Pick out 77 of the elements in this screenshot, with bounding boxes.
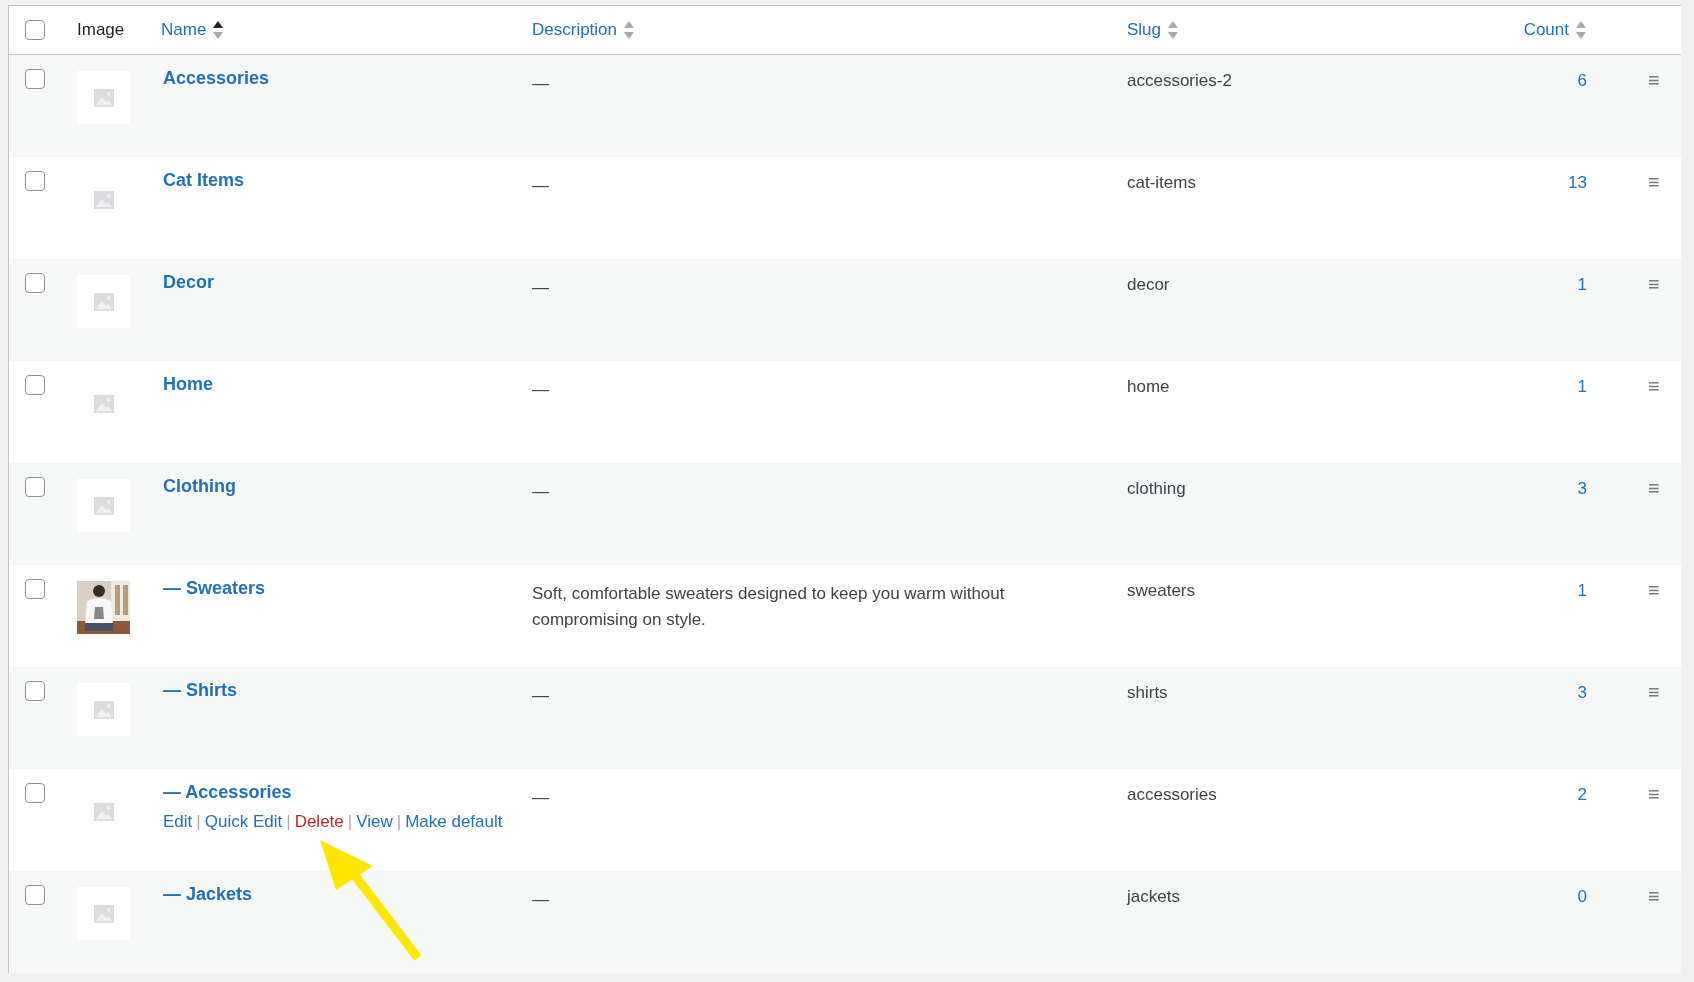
- category-name-link[interactable]: Home: [163, 374, 213, 394]
- row-checkbox[interactable]: [25, 171, 45, 191]
- count-link[interactable]: 6: [1577, 71, 1587, 90]
- drag-handle[interactable]: ≡: [1648, 273, 1660, 295]
- description-text: —: [531, 175, 550, 197]
- image-placeholder-icon: [93, 292, 114, 311]
- slug-text: cat-items: [1126, 172, 1197, 193]
- description-text: —: [531, 379, 550, 401]
- description-text: —: [531, 787, 550, 809]
- row-checkbox[interactable]: [25, 477, 45, 497]
- separator: |: [196, 812, 201, 831]
- description-text: —: [531, 73, 550, 95]
- slug-text: decor: [1126, 274, 1171, 295]
- category-name-link[interactable]: Decor: [163, 272, 215, 292]
- slug-text: accessories: [1126, 784, 1218, 805]
- slug-text: accessories-2: [1126, 70, 1233, 91]
- slug-text: home: [1126, 376, 1171, 397]
- category-name-link[interactable]: Accessories: [163, 68, 270, 88]
- drag-handle[interactable]: ≡: [1648, 885, 1660, 907]
- row-checkbox[interactable]: [25, 375, 45, 395]
- drag-handle[interactable]: ≡: [1648, 171, 1660, 193]
- image-placeholder-icon: [93, 88, 114, 107]
- category-name-link[interactable]: — Shirts: [163, 680, 237, 700]
- row-action-link[interactable]: Edit: [163, 812, 193, 831]
- row-checkbox[interactable]: [25, 273, 45, 293]
- slug-text: shirts: [1126, 682, 1169, 703]
- description-text: —: [531, 277, 550, 299]
- column-header[interactable]: Slug: [1127, 20, 1162, 40]
- row-action-link[interactable]: Delete: [294, 812, 344, 831]
- drag-handle[interactable]: ≡: [1648, 579, 1660, 601]
- row-action-link[interactable]: Make default: [405, 812, 503, 831]
- image-placeholder-icon: [93, 700, 114, 719]
- category-name-link[interactable]: Clothing: [163, 476, 236, 496]
- category-name-link[interactable]: — Sweaters: [163, 578, 266, 598]
- count-link[interactable]: 0: [1577, 887, 1587, 906]
- image-placeholder-icon: [93, 904, 114, 923]
- category-name-link[interactable]: — Accessories: [163, 782, 292, 802]
- category-name-link[interactable]: — Jackets: [163, 884, 253, 904]
- image-placeholder-icon: [93, 190, 114, 209]
- count-link[interactable]: 1: [1577, 581, 1587, 600]
- count-link[interactable]: 2: [1577, 785, 1587, 804]
- image-placeholder-icon: [93, 394, 114, 413]
- count-link[interactable]: 1: [1577, 377, 1587, 396]
- separator: |: [286, 812, 291, 831]
- row-checkbox[interactable]: [25, 681, 45, 701]
- description-text: —: [531, 889, 550, 911]
- count-link[interactable]: 1: [1577, 275, 1587, 294]
- category-name-link[interactable]: Cat Items: [163, 170, 245, 190]
- select-all-checkbox[interactable]: [25, 20, 45, 40]
- slug-text: clothing: [1126, 478, 1187, 499]
- column-header[interactable]: Description: [532, 20, 618, 40]
- slug-text: jackets: [1125, 886, 1181, 907]
- drag-handle[interactable]: ≡: [1648, 681, 1660, 703]
- row-action-link[interactable]: Quick Edit: [204, 812, 283, 831]
- column-header[interactable]: Count: [1523, 20, 1569, 40]
- row-checkbox[interactable]: [25, 885, 45, 905]
- row-action-link[interactable]: View: [356, 812, 393, 831]
- column-header[interactable]: Name: [161, 20, 207, 40]
- count-link[interactable]: 3: [1577, 683, 1587, 702]
- count-link[interactable]: 13: [1568, 173, 1587, 192]
- count-link[interactable]: 3: [1577, 479, 1587, 498]
- row-checkbox[interactable]: [25, 579, 45, 599]
- drag-handle[interactable]: ≡: [1648, 783, 1660, 805]
- description-text: —: [531, 481, 550, 503]
- slug-text: sweaters: [1126, 580, 1197, 601]
- row-checkbox[interactable]: [25, 783, 45, 803]
- separator: |: [347, 812, 353, 831]
- image-placeholder-icon: [93, 496, 114, 515]
- description-text: —: [531, 685, 550, 707]
- drag-handle[interactable]: ≡: [1648, 69, 1660, 91]
- row-checkbox[interactable]: [25, 69, 45, 89]
- image-placeholder-icon: [93, 802, 114, 821]
- drag-handle[interactable]: ≡: [1648, 375, 1660, 397]
- drag-handle[interactable]: ≡: [1648, 477, 1660, 499]
- description-text: Soft, comfortable sweaters designed to keep you warm without compromising on style.: [531, 583, 1006, 631]
- separator: |: [396, 812, 402, 831]
- column-header: Image: [77, 20, 125, 40]
